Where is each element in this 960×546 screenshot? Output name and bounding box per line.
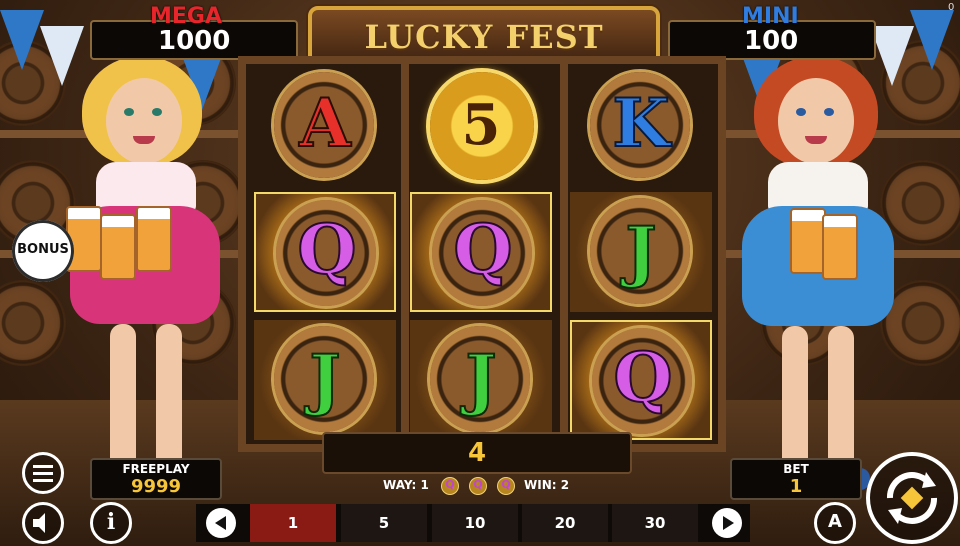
reel-cell: 5 xyxy=(410,66,552,186)
beer-mug xyxy=(790,208,826,274)
way-symbol: Q xyxy=(501,478,511,491)
symbol-k: K xyxy=(611,83,670,163)
bet-option[interactable]: 1 xyxy=(250,504,336,542)
corner-mark: 0 xyxy=(948,2,955,13)
blouse xyxy=(768,162,868,212)
bonus-buy-button[interactable]: BONUS xyxy=(12,220,74,282)
way-symbol-badge: Q xyxy=(470,478,486,494)
reel-cell-win: Q xyxy=(254,192,396,312)
way-label: WAY: 1 xyxy=(383,478,429,492)
info-icon: i xyxy=(106,509,116,535)
face xyxy=(778,78,854,164)
symbol-q: Q xyxy=(296,209,357,291)
autoplay-a-icon: A xyxy=(828,511,842,532)
bet-option[interactable]: 30 xyxy=(612,504,698,542)
bet-label: BET xyxy=(783,462,809,476)
symbol-j: J xyxy=(308,339,341,419)
barrel-decoration xyxy=(0,280,66,366)
chevron-right-icon xyxy=(723,516,734,530)
chevron-left-icon xyxy=(215,516,226,530)
symbol-a: A xyxy=(298,83,351,163)
freeplay-label: FREEPLAY xyxy=(122,462,190,476)
spin-arrows-icon xyxy=(887,472,937,524)
bet-prev-button[interactable] xyxy=(206,508,236,538)
reel-divider xyxy=(401,56,409,452)
way-symbol: Q xyxy=(473,478,483,491)
symbol-q: Q xyxy=(452,209,513,291)
info-button[interactable]: i xyxy=(90,502,132,544)
legs xyxy=(782,326,808,476)
hamburger-menu-icon xyxy=(33,465,53,482)
freeplay-value: 9999 xyxy=(130,476,182,497)
reel-cell: A xyxy=(254,66,396,186)
reel-cell: K xyxy=(570,66,712,186)
win-amount: 4 xyxy=(467,438,487,468)
coin-value-symbol: 5 xyxy=(461,92,501,158)
bet-option[interactable]: 20 xyxy=(522,504,608,542)
eye xyxy=(796,108,806,116)
bunting-flag xyxy=(0,10,44,70)
bet-next-button[interactable] xyxy=(712,508,742,538)
beer-mug xyxy=(822,214,858,280)
legs xyxy=(156,324,182,474)
eye xyxy=(152,108,162,116)
beer-mug xyxy=(136,206,172,272)
bunting-flag xyxy=(910,10,954,70)
eye xyxy=(824,108,834,116)
reel-cell-win: Q xyxy=(410,192,552,312)
menu-button[interactable] xyxy=(22,452,64,494)
win-count-label: WIN: 2 xyxy=(524,478,570,492)
reel-cell-win: Q xyxy=(570,320,712,440)
reel-cell: J xyxy=(254,320,396,440)
reel-divider xyxy=(560,56,568,452)
way-symbol-badge: Q xyxy=(498,478,514,494)
bet-option[interactable]: 10 xyxy=(432,504,518,542)
bet-box: BET 1 xyxy=(730,458,862,500)
speaker-icon xyxy=(33,513,45,533)
symbol-q: Q xyxy=(612,337,673,419)
game-title: LUCKY FEST xyxy=(364,18,604,56)
spin-button[interactable] xyxy=(866,452,958,544)
way-symbol-badge: Q xyxy=(442,478,458,494)
bonus-label: BONUS xyxy=(17,242,69,257)
blouse xyxy=(96,162,196,212)
reel-cell: J xyxy=(410,320,552,440)
autoplay-button[interactable]: A xyxy=(814,502,856,544)
bet-value: 1 xyxy=(789,476,803,497)
sound-button[interactable] xyxy=(22,502,64,544)
beer-mug xyxy=(100,214,136,280)
right-waitress-character xyxy=(736,56,906,506)
win-amount-display: 4 xyxy=(322,432,632,474)
way-symbol: Q xyxy=(445,478,455,491)
symbol-j: J xyxy=(464,339,497,419)
symbol-j: J xyxy=(624,211,657,291)
legs xyxy=(828,326,854,476)
eye xyxy=(124,108,134,116)
legs xyxy=(110,324,136,474)
reel-cell: J xyxy=(570,192,712,312)
freeplay-balance-box: FREEPLAY 9999 xyxy=(90,458,222,500)
left-waitress-character xyxy=(60,56,230,506)
bet-option[interactable]: 5 xyxy=(341,504,427,542)
face xyxy=(106,78,182,164)
mini-jackpot-value: 100 xyxy=(744,26,799,56)
mega-jackpot-value: 1000 xyxy=(158,26,231,56)
